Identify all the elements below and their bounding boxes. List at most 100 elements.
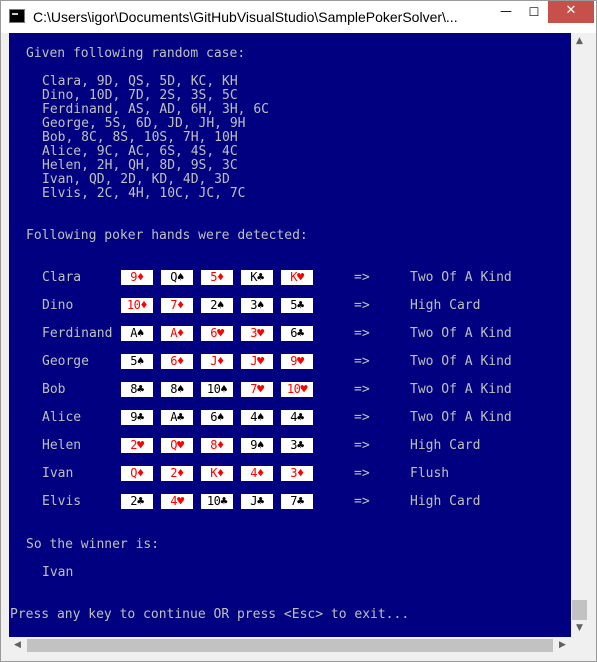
- playing-card: 5♠: [121, 354, 153, 369]
- playing-card: 4♣: [281, 410, 313, 425]
- winner-header: So the winner is:: [26, 537, 160, 552]
- horizontal-scroll-thumb[interactable]: [27, 639, 553, 652]
- hand-rank: Two Of A Kind: [410, 326, 512, 341]
- playing-card: 9♠: [241, 438, 273, 453]
- result-arrow: =>: [354, 298, 370, 313]
- playing-card: Q♦: [121, 466, 153, 481]
- close-icon: ✕: [565, 3, 577, 18]
- result-arrow: =>: [354, 494, 370, 509]
- playing-card: A♠: [121, 326, 153, 341]
- playing-card: 10♣: [201, 494, 233, 509]
- playing-card: J♦: [201, 354, 233, 369]
- playing-card: 7♣: [281, 494, 313, 509]
- result-arrow: =>: [354, 354, 370, 369]
- raw-line: Clara, 9D, QS, 5D, KC, KH: [42, 74, 238, 89]
- playing-card: 4♠: [241, 410, 273, 425]
- raw-line: Bob, 8C, 8S, 10S, 7H, 10H: [42, 130, 238, 145]
- maximize-icon: ☐: [528, 5, 540, 19]
- scroll-right-icon[interactable]: ▶: [554, 637, 571, 654]
- result-arrow: =>: [354, 438, 370, 453]
- playing-card: Q♥: [161, 438, 193, 453]
- scroll-left-icon[interactable]: ◀: [9, 637, 26, 654]
- raw-line: Dino, 10D, 7D, 2S, 3S, 5C: [42, 88, 238, 103]
- player-name: Ferdinand: [42, 326, 113, 341]
- playing-card: 6♠: [201, 410, 233, 425]
- winner-name: Ivan: [42, 565, 74, 580]
- result-arrow: =>: [354, 326, 370, 341]
- playing-card: K♣: [241, 270, 273, 285]
- playing-card: 3♥: [241, 326, 273, 341]
- playing-card: 10♠: [201, 382, 233, 397]
- playing-card: 6♦: [161, 354, 193, 369]
- player-name: Bob: [42, 382, 66, 397]
- playing-card: A♦: [161, 326, 193, 341]
- playing-card: K♦: [201, 466, 233, 481]
- playing-card: 8♣: [121, 382, 153, 397]
- playing-card: 3♣: [281, 438, 313, 453]
- playing-card: Q♠: [161, 270, 193, 285]
- player-name: Ivan: [42, 466, 74, 481]
- minimize-icon: —: [500, 4, 512, 18]
- close-button[interactable]: ✕: [548, 1, 594, 23]
- result-arrow: =>: [354, 270, 370, 285]
- raw-line: Alice, 9C, AC, 6S, 4S, 4C: [42, 144, 238, 159]
- playing-card: 3♠: [241, 298, 273, 313]
- playing-card: 2♦: [161, 466, 193, 481]
- raw-line: Elvis, 2C, 4H, 10C, JC, 7C: [42, 186, 246, 201]
- playing-card: 2♣: [121, 494, 153, 509]
- playing-card: 7♥: [241, 382, 273, 397]
- raw-line: Helen, 2H, QH, 8D, 9S, 3C: [42, 158, 238, 173]
- vertical-scrollbar[interactable]: ▲ ▼: [571, 33, 588, 637]
- vertical-scroll-thumb[interactable]: [572, 600, 587, 620]
- result-arrow: =>: [354, 466, 370, 481]
- playing-card: 9♥: [281, 354, 313, 369]
- size-grip[interactable]: [571, 637, 588, 654]
- result-arrow: =>: [354, 410, 370, 425]
- maximize-button[interactable]: ☐: [520, 1, 548, 23]
- playing-card: 5♣: [281, 298, 313, 313]
- hand-rank: High Card: [410, 438, 481, 453]
- scroll-up-icon[interactable]: ▲: [571, 33, 588, 50]
- console-window: C:\Users\igor\Documents\GitHubVisualStud…: [0, 0, 597, 662]
- playing-card: 7♦: [161, 298, 193, 313]
- player-name: Clara: [42, 270, 82, 285]
- raw-line: Ivan, QD, 2D, KD, 4D, 3D: [42, 172, 230, 187]
- playing-card: 6♣: [281, 326, 313, 341]
- console-app-icon[interactable]: [9, 9, 25, 23]
- player-name: George: [42, 354, 89, 369]
- player-name: Dino: [42, 298, 74, 313]
- minimize-button[interactable]: —: [492, 1, 520, 23]
- playing-card: 4♥: [161, 494, 193, 509]
- playing-card: 2♥: [121, 438, 153, 453]
- result-arrow: =>: [354, 382, 370, 397]
- continue-prompt: Press any key to continue OR press <Esc>…: [10, 607, 410, 622]
- console-output[interactable]: Given following random case: Clara, 9D, …: [9, 33, 571, 637]
- hand-rank: Two Of A Kind: [410, 270, 512, 285]
- hand-rank: High Card: [410, 298, 481, 313]
- playing-card: 9♣: [121, 410, 153, 425]
- playing-card: 6♥: [201, 326, 233, 341]
- playing-card: 9♦: [121, 270, 153, 285]
- intro-text: Given following random case:: [26, 46, 246, 61]
- hand-rank: Two Of A Kind: [410, 354, 512, 369]
- detected-header: Following poker hands were detected:: [26, 228, 308, 243]
- player-name: Helen: [42, 438, 82, 453]
- hand-rank: Flush: [410, 466, 450, 481]
- playing-card: 8♠: [161, 382, 193, 397]
- playing-card: 2♠: [201, 298, 233, 313]
- scroll-down-icon[interactable]: ▼: [571, 620, 588, 637]
- playing-card: A♣: [161, 410, 193, 425]
- playing-card: J♥: [241, 354, 273, 369]
- playing-card: J♣: [241, 494, 273, 509]
- playing-card: 4♦: [241, 466, 273, 481]
- player-name: Alice: [42, 410, 82, 425]
- raw-line: George, 5S, 6D, JD, JH, 9H: [42, 116, 246, 131]
- hand-rank: Two Of A Kind: [410, 410, 512, 425]
- playing-card: 5♦: [201, 270, 233, 285]
- playing-card: 3♦: [281, 466, 313, 481]
- playing-card: 10♥: [281, 382, 313, 397]
- title-bar[interactable]: C:\Users\igor\Documents\GitHubVisualStud…: [1, 1, 596, 33]
- playing-card: 8♦: [201, 438, 233, 453]
- player-name: Elvis: [42, 494, 82, 509]
- horizontal-scrollbar[interactable]: ◀ ▶: [9, 637, 571, 654]
